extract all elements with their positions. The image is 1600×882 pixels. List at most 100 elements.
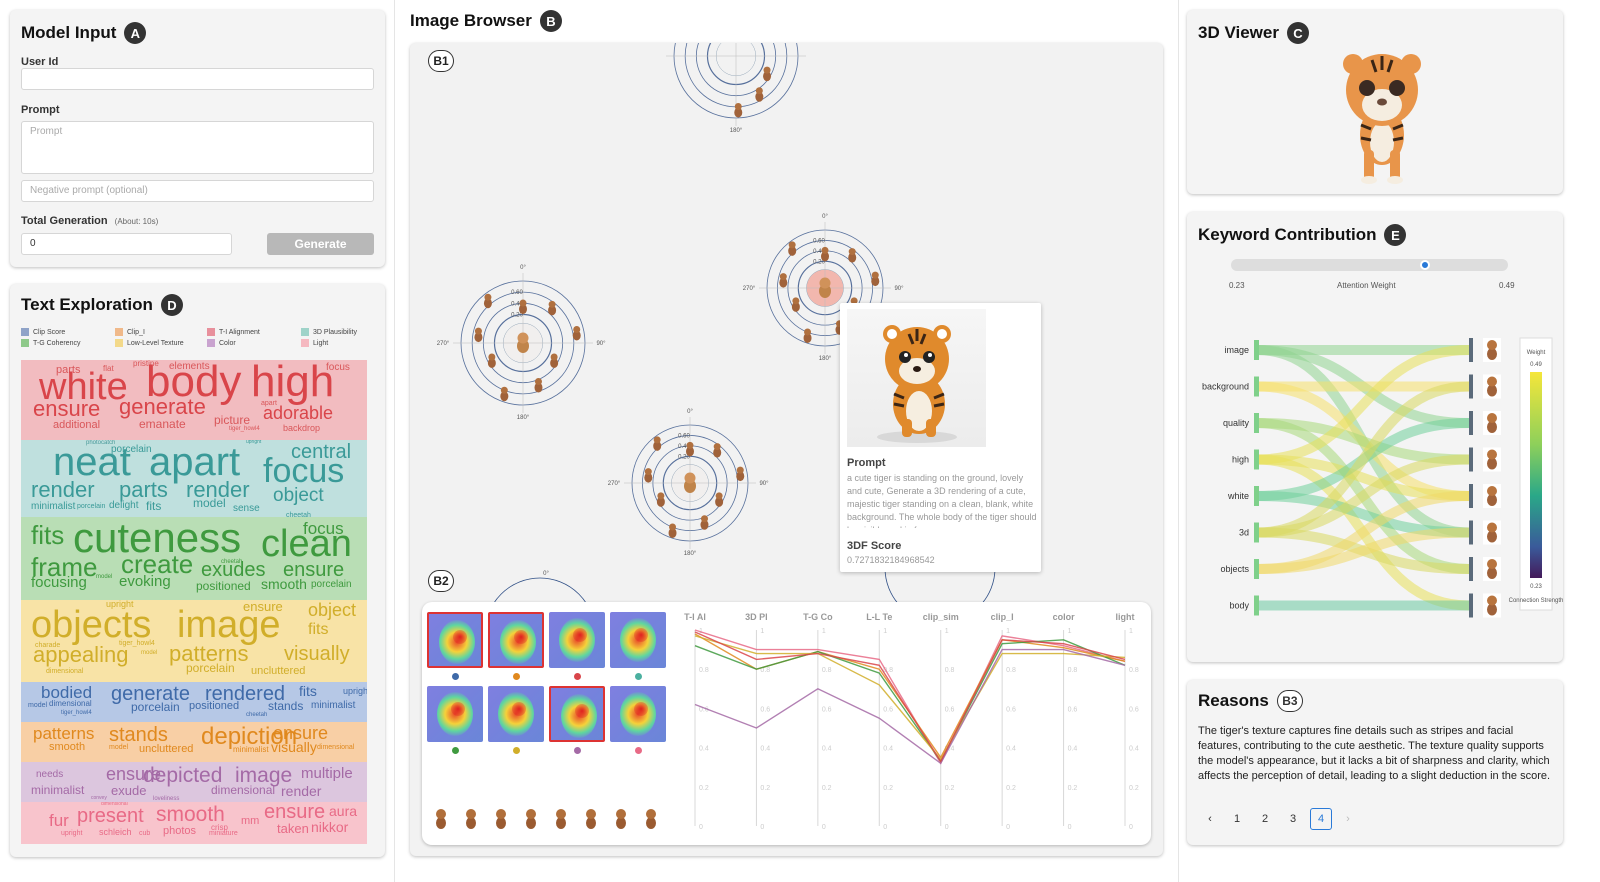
word-cloud-word[interactable]: aura [329, 804, 357, 818]
word-cloud-word[interactable]: fits [308, 622, 328, 638]
word-cloud-word[interactable]: minimalist [31, 784, 84, 796]
word-cloud-word[interactable]: cub [139, 830, 150, 837]
word-cloud-word[interactable]: upright [61, 830, 82, 837]
word-cloud-word[interactable]: exudes [201, 560, 266, 580]
word-cloud-word[interactable]: mm [241, 816, 259, 827]
word-cloud-word[interactable]: focusing [31, 575, 87, 590]
word-cloud-word[interactable]: stands [268, 700, 303, 712]
word-cloud-word[interactable]: focus [263, 454, 344, 488]
word-cloud-word[interactable]: sense [233, 504, 260, 514]
word-cloud-word[interactable]: smooth [49, 742, 85, 753]
page-button[interactable]: 2 [1254, 808, 1276, 830]
legend-item[interactable]: Color [207, 339, 236, 347]
word-cloud-word[interactable]: model [193, 497, 226, 509]
prompt-textarea[interactable]: Prompt [21, 121, 374, 174]
attention-slider-thumb[interactable] [1419, 260, 1430, 270]
word-cloud-word[interactable]: model [109, 744, 128, 751]
legend-item[interactable]: Light [301, 339, 328, 347]
word-cloud-word[interactable]: dimensional [46, 668, 83, 675]
word-cloud-word[interactable]: smooth [261, 577, 307, 591]
attention-heatmap[interactable] [549, 686, 605, 742]
word-cloud-word[interactable]: backdrop [283, 424, 320, 433]
word-cloud-word[interactable]: generate [119, 396, 206, 418]
tiger-3d-model[interactable] [1337, 50, 1427, 185]
tiger-thumbnail[interactable] [463, 808, 479, 830]
word-cloud-word[interactable]: tiger_howl4 [61, 710, 92, 716]
tiger-thumbnail[interactable] [613, 808, 629, 830]
word-cloud-word[interactable]: porcelain [186, 662, 235, 674]
word-cloud-word[interactable]: nikkor [311, 820, 348, 834]
word-cloud-word[interactable]: render [281, 784, 321, 798]
word-cloud-word[interactable]: visually [271, 740, 317, 754]
word-cloud-word[interactable]: uncluttered [251, 666, 305, 677]
word-cloud-word[interactable]: smooth [156, 804, 225, 825]
legend-item[interactable]: 3D Plausibility [301, 328, 357, 336]
word-cloud-word[interactable]: emanate [139, 418, 186, 430]
page-button[interactable]: 1 [1226, 808, 1248, 830]
tiger-thumbnail[interactable] [553, 808, 569, 830]
legend-item[interactable]: T-I Alignment [207, 328, 260, 336]
attention-heatmap[interactable] [427, 612, 483, 668]
word-cloud-word[interactable]: porcelain [111, 445, 152, 455]
next-page-button[interactable]: › [1337, 808, 1359, 830]
word-cloud-word[interactable]: render [31, 479, 95, 501]
legend-item[interactable]: Clip Score [21, 328, 65, 336]
prev-page-button[interactable]: ‹ [1199, 808, 1221, 830]
legend-item[interactable]: Low-Level Texture [115, 339, 184, 347]
word-cloud-word[interactable]: picture [214, 414, 250, 426]
word-cloud-word[interactable]: evoking [119, 574, 171, 589]
word-cloud-word[interactable]: objects [31, 606, 151, 644]
word-cloud-word[interactable]: dimensional [49, 700, 92, 708]
word-cloud-word[interactable]: apart [261, 400, 277, 407]
word-cloud-word[interactable]: minimalist [31, 502, 75, 512]
word-cloud-word[interactable]: image [177, 606, 281, 644]
tiger-thumbnail[interactable] [433, 808, 449, 830]
legend-item[interactable]: T-G Coherency [21, 339, 80, 347]
page-button[interactable]: 4 [1310, 808, 1332, 830]
radial-plots[interactable]: 180°0°90°270°0.200.400.60180°0°90°270°0.… [410, 43, 1163, 603]
word-cloud-word[interactable]: additional [53, 420, 100, 431]
word-cloud-word[interactable]: miniature [209, 830, 238, 837]
word-cloud-word[interactable]: tiger_howl4 [229, 426, 260, 432]
legend-item[interactable]: Clip_I [115, 328, 145, 336]
attention-heatmap[interactable] [549, 612, 605, 668]
attention-heatmap[interactable] [488, 612, 544, 668]
word-cloud-word[interactable]: parts [119, 479, 168, 501]
word-cloud-word[interactable]: minimalist [233, 746, 269, 754]
word-cloud-word[interactable]: multiple [301, 766, 353, 781]
generate-button[interactable]: Generate [267, 233, 374, 255]
word-cloud-word[interactable]: convey [91, 796, 107, 801]
tiger-thumbnail[interactable] [643, 808, 659, 830]
word-cloud-word[interactable]: porcelain [77, 503, 105, 510]
attention-heatmap[interactable] [610, 686, 666, 742]
tiger-thumbnail[interactable] [493, 808, 509, 830]
word-cloud-word[interactable]: stands [109, 725, 168, 745]
word-cloud-word[interactable]: dimensional [211, 784, 275, 796]
word-cloud-word[interactable]: minimalist [311, 701, 355, 711]
word-cloud-word[interactable]: upright [246, 440, 261, 445]
word-cloud-word[interactable]: appealing [33, 644, 128, 666]
word-cloud-word[interactable]: photos [163, 826, 196, 837]
word-cloud-word[interactable]: uncluttered [139, 744, 193, 755]
word-cloud-word[interactable]: high [251, 360, 334, 404]
word-cloud-word[interactable]: dimensional [317, 744, 354, 751]
word-cloud-word[interactable]: schleich [99, 828, 132, 837]
word-cloud-word[interactable]: model [96, 574, 112, 580]
word-cloud-word[interactable]: positioned [196, 580, 251, 592]
word-cloud-word[interactable]: ensure [33, 398, 100, 420]
word-cloud-word[interactable]: exude [111, 784, 146, 797]
word-cloud-word[interactable]: present [77, 806, 144, 826]
attention-slider-track[interactable] [1231, 259, 1508, 271]
page-button[interactable]: 3 [1282, 808, 1304, 830]
parallel-coordinates-chart[interactable]: T-I Al 1 0.8 0.6 0.4 0.2 0 3D Pl 1 0.8 0.6 0.4 0.2 0 T… [675, 608, 1145, 838]
tiger-thumbnail[interactable] [523, 808, 539, 830]
word-cloud-word[interactable]: model [28, 702, 47, 709]
user-id-input[interactable] [21, 68, 374, 90]
total-generation-input[interactable]: 0 [21, 233, 232, 255]
attention-heatmap[interactable] [488, 686, 544, 742]
word-cloud-word[interactable]: needs [36, 770, 63, 780]
word-cloud-word[interactable]: taken [277, 822, 309, 835]
word-cloud-word[interactable]: clean [261, 525, 352, 563]
word-cloud-word[interactable]: object [273, 486, 324, 505]
word-cloud-word[interactable]: fits [146, 500, 161, 512]
